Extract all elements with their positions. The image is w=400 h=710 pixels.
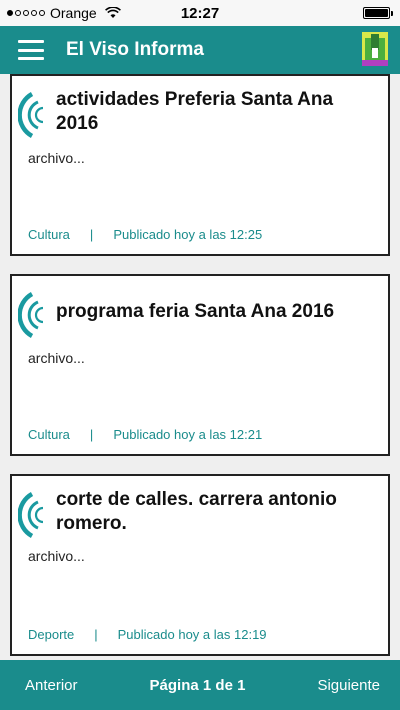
- meta-separator: |: [89, 427, 94, 442]
- broadcast-icon: [18, 492, 44, 538]
- post-published: Publicado hoy a las 12:25: [113, 227, 263, 242]
- broadcast-icon: [18, 292, 44, 338]
- post-title[interactable]: programa feria Santa Ana 2016: [56, 300, 334, 324]
- town-logo-icon: [362, 32, 388, 66]
- post-category[interactable]: Deporte: [28, 627, 74, 642]
- post-card[interactable]: programa feria Santa Ana 2016 archivo...…: [10, 274, 390, 456]
- meta-separator: |: [89, 227, 94, 242]
- post-list: actividades Preferia Santa Ana 2016 arch…: [0, 74, 400, 660]
- broadcast-icon: [18, 92, 44, 138]
- post-excerpt: archivo...: [28, 350, 85, 366]
- wifi-icon: [104, 7, 121, 18]
- post-published: Publicado hoy a las 12:19: [117, 627, 267, 642]
- post-published: Publicado hoy a las 12:21: [113, 427, 263, 442]
- meta-separator: |: [94, 627, 98, 642]
- post-category[interactable]: Cultura: [28, 227, 70, 242]
- signal-strength-icon: [7, 10, 45, 16]
- app-title: El Viso Informa: [66, 39, 204, 60]
- post-title[interactable]: actividades Preferia Santa Ana 2016: [56, 88, 380, 136]
- post-excerpt: archivo...: [28, 150, 85, 166]
- post-meta: Cultura | Publicado hoy a las 12:21: [28, 427, 262, 442]
- post-title[interactable]: corte de calles. carrera antonio romero.: [56, 488, 380, 536]
- hamburger-menu-icon[interactable]: [18, 40, 44, 60]
- pagination-bar: Anterior Página 1 de 1 Siguiente: [0, 660, 400, 710]
- post-card[interactable]: corte de calles. carrera antonio romero.…: [10, 474, 390, 656]
- app-header: El Viso Informa: [0, 26, 400, 74]
- post-category[interactable]: Cultura: [28, 427, 70, 442]
- post-excerpt: archivo...: [28, 548, 85, 564]
- post-meta: Deporte | Publicado hoy a las 12:19: [28, 627, 267, 642]
- carrier-label: Orange: [50, 5, 97, 21]
- previous-page-button[interactable]: Anterior: [25, 677, 78, 694]
- page-indicator: Página 1 de 1: [149, 676, 246, 694]
- post-card[interactable]: actividades Preferia Santa Ana 2016 arch…: [10, 74, 390, 256]
- post-meta: Cultura | Publicado hoy a las 12:25: [28, 227, 262, 242]
- battery-icon: [363, 7, 393, 19]
- status-bar: Orange 12:27: [0, 0, 400, 26]
- next-page-button[interactable]: Siguiente: [317, 677, 380, 694]
